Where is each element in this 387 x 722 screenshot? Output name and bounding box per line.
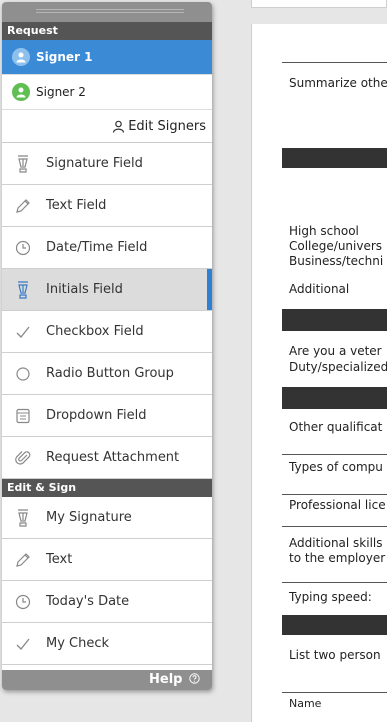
- help-label: Help: [149, 672, 183, 687]
- pen-nib-icon: [14, 508, 32, 527]
- section-bar: [282, 387, 387, 409]
- doc-line: to the employer: [289, 551, 386, 565]
- list-icon: [14, 407, 32, 425]
- date-time-field-button[interactable]: Date/Time Field: [2, 227, 212, 269]
- section-bar: [282, 309, 387, 331]
- radio-icon: [14, 365, 32, 383]
- help-button[interactable]: Help: [2, 670, 212, 690]
- request-attachment-button[interactable]: Request Attachment: [2, 437, 212, 479]
- item-label: Text: [46, 552, 73, 567]
- user-icon: [12, 48, 30, 66]
- item-label: Dropdown Field: [46, 408, 147, 423]
- divider: [282, 526, 387, 527]
- doc-line: College/univers: [289, 239, 383, 253]
- item-label: Signature Field: [46, 156, 143, 171]
- divider: [282, 582, 387, 583]
- doc-line: Types of compu: [289, 460, 383, 474]
- item-label: My Check: [46, 636, 110, 651]
- section-bar: [282, 615, 387, 635]
- my-check-button[interactable]: My Check: [2, 623, 212, 665]
- edit-sign-section-heading: Edit & Sign: [2, 479, 212, 497]
- check-icon: [14, 323, 32, 341]
- question-circle-icon: [189, 671, 200, 690]
- pen-nib-icon: [14, 280, 32, 299]
- item-label: Checkbox Field: [46, 324, 144, 339]
- doc-line: Summarize othe: [289, 76, 387, 90]
- document-page-top: [251, 0, 387, 8]
- check-icon: [14, 635, 32, 653]
- checkbox-field-button[interactable]: Checkbox Field: [2, 311, 212, 353]
- item-label: Radio Button Group: [46, 366, 174, 381]
- doc-line: Additional: [289, 282, 350, 296]
- signature-field-button[interactable]: Signature Field: [2, 143, 212, 185]
- document-page: Summarize othe High school College/unive…: [251, 24, 387, 722]
- clock-icon: [14, 239, 32, 257]
- doc-line: Business/techni: [289, 254, 384, 268]
- item-label: Date/Time Field: [46, 240, 148, 255]
- clock-icon: [14, 593, 32, 611]
- item-label: Text Field: [46, 198, 107, 213]
- signer-1[interactable]: Signer 1: [2, 40, 212, 75]
- dropdown-field-button[interactable]: Dropdown Field: [2, 395, 212, 437]
- signer-label: Signer 1: [36, 50, 93, 64]
- item-label: Request Attachment: [46, 450, 180, 465]
- doc-line: Are you a veter: [289, 344, 382, 358]
- request-section-heading: Request: [2, 22, 212, 40]
- todays-date-button[interactable]: Today's Date: [2, 581, 212, 623]
- section-bar: [282, 148, 387, 168]
- divider: [282, 494, 387, 495]
- radio-button-group-button[interactable]: Radio Button Group: [2, 353, 212, 395]
- my-signature-button[interactable]: My Signature: [2, 497, 212, 539]
- drag-handle[interactable]: [2, 2, 212, 22]
- item-label: My Signature: [46, 510, 132, 525]
- item-label: Today's Date: [46, 594, 130, 609]
- doc-line: Duty/specialized: [289, 360, 387, 374]
- edit-signers-label: Edit Signers: [128, 118, 206, 134]
- doc-line: Other qualificat: [289, 420, 383, 434]
- text-button[interactable]: Text: [2, 539, 212, 581]
- signer-label: Signer 2: [36, 85, 86, 99]
- doc-line: Typing speed:: [289, 590, 372, 604]
- pen-nib-icon: [14, 154, 32, 173]
- pencil-icon: [14, 197, 32, 215]
- item-label: Initials Field: [46, 282, 123, 297]
- pencil-icon: [14, 551, 32, 569]
- person-icon: [112, 120, 125, 133]
- initials-field-button[interactable]: Initials Field: [2, 269, 212, 311]
- doc-line: Name: [289, 697, 322, 710]
- divider: [282, 692, 387, 693]
- signer-2[interactable]: Signer 2: [2, 75, 212, 110]
- doc-line: Professional lice: [289, 498, 386, 512]
- divider: [282, 454, 387, 455]
- fields-panel: Request Signer 1 Signer 2 Edit Signers S…: [2, 2, 212, 690]
- user-icon: [12, 83, 30, 101]
- doc-line: List two person: [289, 648, 381, 662]
- divider: [282, 62, 387, 63]
- doc-line: High school: [289, 224, 359, 238]
- doc-line: Additional skills: [289, 536, 383, 550]
- text-field-button[interactable]: Text Field: [2, 185, 212, 227]
- edit-signers-button[interactable]: Edit Signers: [2, 110, 212, 143]
- paperclip-icon: [14, 449, 32, 467]
